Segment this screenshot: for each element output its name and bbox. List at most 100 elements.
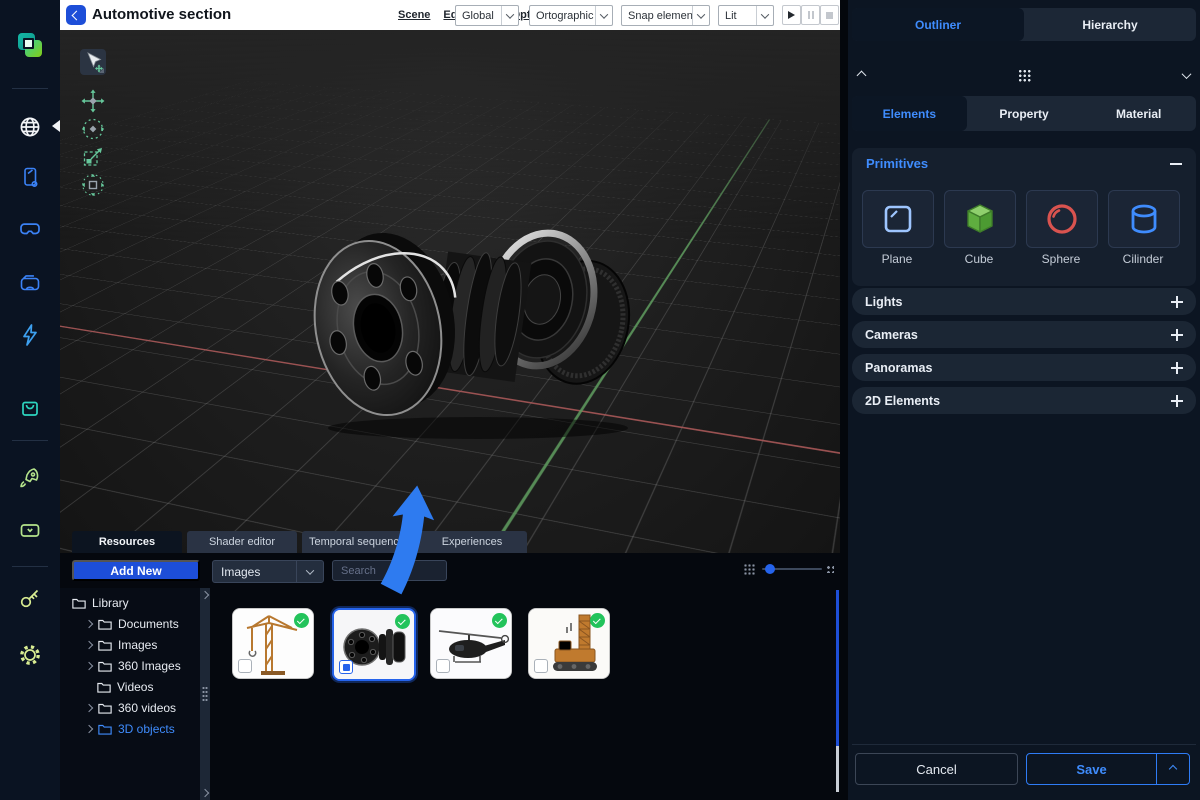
- sidebar-item-actions[interactable]: [15, 320, 45, 350]
- shading-select[interactable]: Lit: [718, 5, 774, 26]
- check-icon: [593, 616, 601, 624]
- tree-item-documents[interactable]: Documents: [86, 617, 179, 631]
- transform-tool-button[interactable]: [80, 172, 106, 198]
- folder-icon: [98, 639, 112, 651]
- chevron-down-icon: [306, 566, 314, 574]
- tree-root-library[interactable]: Library: [72, 596, 129, 610]
- divider: [12, 440, 48, 441]
- globe-icon: [17, 114, 43, 140]
- chevron-down-icon: [506, 10, 514, 18]
- tree-item-360-images[interactable]: 360 Images: [86, 659, 181, 673]
- asset-checkbox-checked[interactable]: [339, 660, 353, 674]
- move-tool-button[interactable]: [80, 88, 106, 114]
- tab-shader-editor[interactable]: Shader editor: [187, 531, 297, 553]
- panel-scrollbar-accent[interactable]: [836, 590, 839, 746]
- tab-property[interactable]: Property: [967, 96, 1082, 131]
- tab-hierarchy[interactable]: Hierarchy: [1024, 8, 1196, 41]
- coordinate-space-select[interactable]: Global: [455, 5, 519, 26]
- slider-handle[interactable]: [765, 564, 775, 574]
- select-tool-button[interactable]: [80, 49, 106, 75]
- sidebar-item-access-keys[interactable]: [15, 583, 45, 613]
- primitive-cylinder-button[interactable]: [1108, 190, 1180, 248]
- scale-tool-button[interactable]: [80, 144, 106, 170]
- stop-button[interactable]: [820, 5, 839, 25]
- cube-icon: [960, 199, 1000, 239]
- asset-checkbox[interactable]: [534, 659, 548, 673]
- panel-scrollbar-thumb[interactable]: [836, 746, 839, 792]
- ready-badge: [294, 613, 309, 628]
- primitive-cube-button[interactable]: [944, 190, 1016, 248]
- viewport-3d[interactable]: [60, 30, 840, 553]
- section-lights[interactable]: Lights: [852, 288, 1196, 315]
- asset-checkbox[interactable]: [436, 659, 450, 673]
- chevron-right-icon: [85, 725, 93, 733]
- wallet-card-icon: [17, 517, 43, 543]
- add-new-button[interactable]: Add New: [72, 560, 200, 581]
- snap-value: Snap elements: [622, 10, 692, 22]
- section-2d-elements[interactable]: 2D Elements: [852, 387, 1196, 414]
- sidebar-item-wallet[interactable]: [15, 515, 45, 545]
- snap-select[interactable]: Snap elements: [621, 5, 710, 26]
- section-panoramas[interactable]: Panoramas: [852, 354, 1196, 381]
- grid-small-icon[interactable]: [744, 564, 755, 575]
- tree-item-images[interactable]: Images: [86, 638, 157, 652]
- collapse-minus-icon[interactable]: [1170, 163, 1182, 165]
- sidebar-item-web[interactable]: [15, 112, 45, 142]
- asset-card-helicopter[interactable]: [430, 608, 512, 679]
- tree-item-360-videos[interactable]: 360 videos: [86, 701, 176, 715]
- grid-large-icon[interactable]: [826, 565, 834, 573]
- asset-card-drilling-rig[interactable]: [528, 608, 610, 679]
- play-button[interactable]: [782, 5, 801, 25]
- ready-badge: [395, 614, 410, 629]
- asset-card-machined-coupling[interactable]: [332, 608, 416, 681]
- projection-select[interactable]: Ortographic: [529, 5, 613, 26]
- chevron-right-icon: [85, 620, 93, 628]
- sidebar-item-mobile[interactable]: [15, 162, 45, 192]
- asset-card-tower-crane[interactable]: [232, 608, 314, 679]
- app-logo[interactable]: [15, 30, 45, 60]
- tab-experiences-label: Experiences: [442, 536, 503, 548]
- rotate-tool-button[interactable]: [80, 116, 106, 142]
- sidebar-item-settings[interactable]: [15, 640, 45, 670]
- tab-material-label: Material: [1116, 107, 1161, 121]
- chevron-down-icon[interactable]: [1182, 69, 1192, 79]
- tree-item-label: 3D objects: [118, 722, 175, 736]
- chevron-up-icon[interactable]: [857, 70, 867, 80]
- tab-material[interactable]: Material: [1081, 96, 1196, 131]
- sidebar-item-vr-headset[interactable]: [15, 268, 45, 298]
- drag-grip-icon: [202, 686, 208, 702]
- tree-splitter[interactable]: [200, 588, 210, 800]
- folder-icon: [72, 597, 86, 609]
- grid-dots-icon[interactable]: [1018, 69, 1031, 82]
- model-3d-machined-coupling[interactable]: [298, 198, 632, 440]
- tab-resources[interactable]: Resources: [72, 531, 182, 553]
- section-cameras-label: Cameras: [865, 328, 918, 342]
- tab-outliner[interactable]: Outliner: [852, 8, 1024, 41]
- tree-item-videos[interactable]: Videos: [97, 680, 153, 694]
- top-toolbar: Automotive section Scene Edit Add Option…: [60, 0, 840, 31]
- primitive-plane-button[interactable]: [862, 190, 934, 248]
- rotate-tool-icon: [80, 116, 106, 142]
- save-options-button[interactable]: [1156, 754, 1189, 784]
- folder-icon: [98, 723, 112, 735]
- save-button[interactable]: Save: [1027, 754, 1156, 784]
- tab-elements[interactable]: Elements: [852, 96, 967, 131]
- tool-corner-flag: [99, 68, 104, 73]
- back-button[interactable]: [66, 5, 86, 25]
- menu-item-scene[interactable]: Scene: [398, 9, 430, 21]
- sidebar-item-launch[interactable]: [15, 463, 45, 493]
- asset-type-select[interactable]: Images: [212, 560, 324, 583]
- check-icon: [297, 616, 305, 624]
- play-icon: [788, 11, 795, 19]
- section-panoramas-label: Panoramas: [865, 361, 932, 375]
- section-cameras[interactable]: Cameras: [852, 321, 1196, 348]
- cancel-button[interactable]: Cancel: [855, 753, 1018, 785]
- sidebar-item-ar-glasses[interactable]: [15, 215, 45, 245]
- sidebar-item-store[interactable]: [15, 392, 45, 422]
- asset-checkbox[interactable]: [238, 659, 252, 673]
- tab-elements-label: Elements: [883, 107, 936, 121]
- tree-item-3d-objects[interactable]: 3D objects: [86, 722, 175, 736]
- primitive-sphere-button[interactable]: [1026, 190, 1098, 248]
- pause-button[interactable]: [801, 5, 820, 25]
- primitive-cylinder-label: Cilinder: [1108, 252, 1178, 266]
